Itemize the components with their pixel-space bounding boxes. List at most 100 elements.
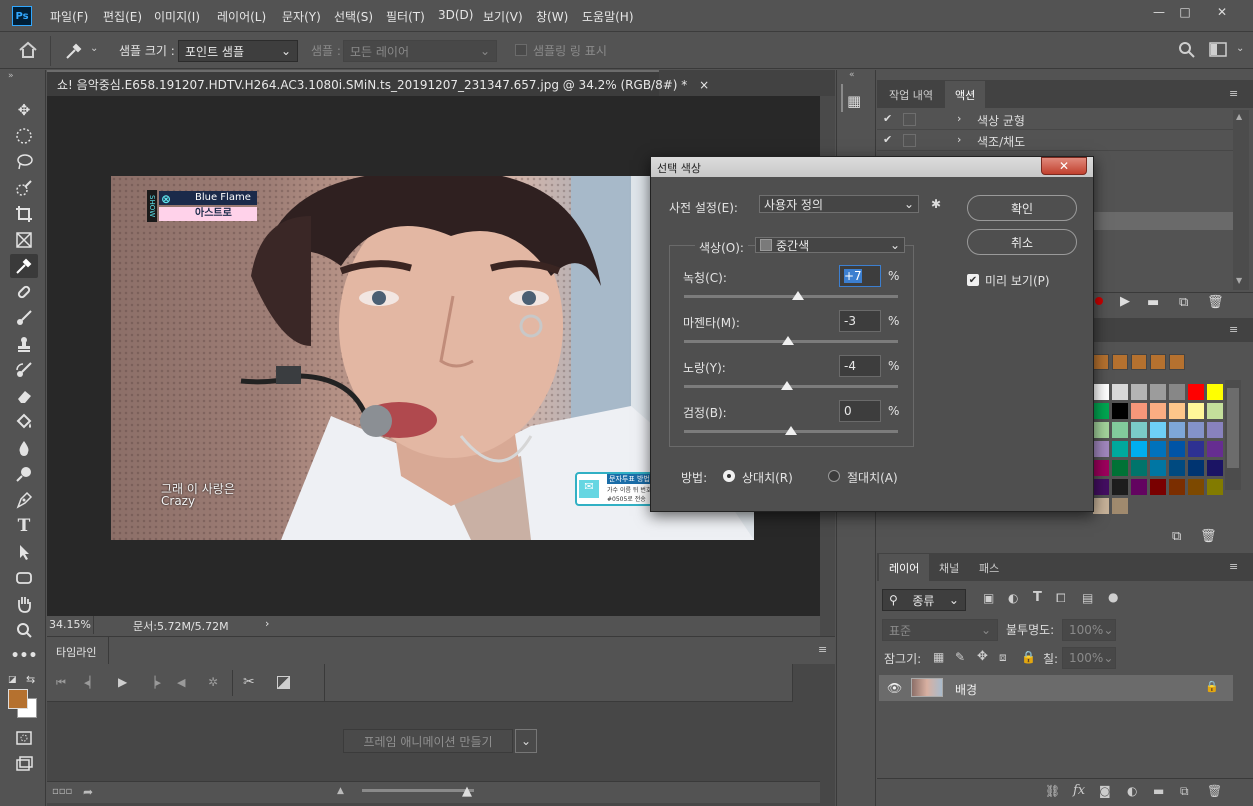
scissors-icon[interactable]: ✂ — [243, 674, 255, 690]
menu-3d[interactable]: 3D(D) — [438, 8, 473, 22]
path-select-tool-icon[interactable] — [10, 540, 38, 564]
close-tab-icon[interactable]: × — [699, 78, 709, 92]
swatch[interactable] — [1093, 441, 1109, 457]
swatch[interactable] — [1169, 422, 1185, 438]
sample-size-select[interactable]: 포인트 샘플 ⌄ — [178, 40, 298, 62]
swatch[interactable] — [1112, 384, 1128, 400]
slider-thumb[interactable] — [781, 336, 794, 345]
document-tab[interactable]: 쇼! 음악중심.E658.191207.HDTV.H264.AC3.1080i.… — [47, 70, 709, 96]
frame-tool-icon[interactable] — [10, 228, 38, 252]
first-frame-icon[interactable]: ⏮ — [56, 676, 66, 690]
default-colors-icon[interactable]: ◪ — [8, 675, 17, 685]
settings-gear-icon[interactable]: ✲ — [208, 675, 218, 689]
crop-tool-icon[interactable] — [10, 202, 38, 226]
layer-row-background[interactable]: 👁 배경 🔒 — [879, 675, 1233, 701]
menu-view[interactable]: 보기(V) — [483, 8, 523, 25]
method-absolute-radio[interactable] — [828, 470, 840, 482]
blur-tool-icon[interactable] — [10, 436, 38, 460]
swatch[interactable] — [1093, 422, 1109, 438]
marquee-tool-icon[interactable] — [10, 124, 38, 148]
timeline-zoom-slider[interactable] — [362, 789, 474, 792]
checkmark-icon[interactable]: ✔ — [883, 133, 892, 146]
swatch[interactable] — [1093, 460, 1109, 476]
quick-mask-icon[interactable] — [10, 726, 38, 750]
swatch[interactable] — [1207, 479, 1223, 495]
swatch[interactable] — [1188, 460, 1204, 476]
timeline-tab[interactable]: 타임라인 — [56, 644, 96, 660]
slider-value-field[interactable]: 0 — [839, 400, 881, 422]
swatch[interactable] — [1131, 354, 1147, 370]
panel-menu-icon[interactable]: ≡ — [1229, 87, 1238, 100]
swatch[interactable] — [1112, 403, 1128, 419]
preset-select[interactable]: 사용자 정의 ⌄ — [759, 195, 919, 213]
visibility-eye-icon[interactable]: 👁 — [887, 681, 902, 695]
opacity-field[interactable]: 100% ⌄ — [1062, 619, 1116, 641]
slider-value-field[interactable]: +7 — [839, 265, 881, 287]
menu-file[interactable]: 파일(F) — [50, 8, 88, 25]
chevron-down-icon[interactable]: ⌄ — [1236, 43, 1244, 54]
menu-filter[interactable]: 필터(T) — [386, 8, 425, 25]
menu-image[interactable]: 이미지(I) — [154, 8, 200, 25]
swatch[interactable] — [1112, 479, 1128, 495]
swatch[interactable] — [1150, 479, 1166, 495]
new-layer-icon[interactable]: ⧉ — [1180, 784, 1189, 799]
eraser-tool-icon[interactable] — [10, 384, 38, 408]
menu-window[interactable]: 창(W) — [536, 8, 568, 25]
status-menu-arrow[interactable]: › — [265, 617, 269, 630]
panel-menu-icon[interactable]: ≡ — [1229, 560, 1238, 573]
lock-pixels-brush-icon[interactable]: ✎ — [955, 650, 965, 664]
show-ring-checkbox[interactable] — [515, 44, 527, 56]
checkmark-icon[interactable]: ✔ — [883, 112, 892, 125]
chevron-right-icon[interactable]: › — [957, 133, 961, 146]
menu-help[interactable]: 도움말(H) — [582, 8, 634, 25]
eyedropper-tool-icon[interactable] — [10, 254, 38, 278]
tab-layers[interactable]: 레이어 — [879, 554, 930, 581]
swatch[interactable] — [1150, 460, 1166, 476]
play-icon[interactable]: ▶ — [118, 675, 127, 689]
scroll-thumb[interactable] — [1227, 388, 1239, 468]
layer-filter-select[interactable]: ⚲ 종류 ⌄ — [882, 589, 966, 611]
swatch[interactable] — [1169, 441, 1185, 457]
swatch[interactable] — [1150, 384, 1166, 400]
play-action-icon[interactable]: ▶ — [1120, 294, 1130, 309]
swatch[interactable] — [1169, 384, 1185, 400]
lock-all-icon[interactable]: 🔒 — [1021, 650, 1036, 664]
lock-artboard-icon[interactable]: ⧈ — [999, 650, 1007, 665]
shape-filter-icon[interactable]: ⧠ — [1056, 591, 1066, 606]
swatch[interactable] — [1188, 422, 1204, 438]
swatch[interactable] — [1131, 441, 1147, 457]
method-relative-radio[interactable] — [723, 470, 735, 482]
expand-icon[interactable]: « — [849, 70, 855, 80]
workspace-icon[interactable] — [1209, 42, 1227, 58]
chevron-down-icon[interactable]: ⌄ — [515, 729, 537, 753]
scroll-down-icon[interactable]: ▼ — [1236, 276, 1242, 285]
swatch[interactable] — [1169, 479, 1185, 495]
swatch[interactable] — [1112, 498, 1128, 514]
tab-actions[interactable]: 액션 — [945, 81, 986, 108]
screen-mode-icon[interactable] — [10, 752, 38, 776]
adjustment-filter-icon[interactable]: ◐ — [1008, 591, 1018, 605]
swatch[interactable] — [1207, 403, 1223, 419]
swatch[interactable] — [1093, 479, 1109, 495]
smart-object-filter-icon[interactable]: ▤ — [1082, 591, 1093, 605]
colors-select[interactable]: 중간색 ⌄ — [755, 237, 905, 253]
dialog-toggle-box[interactable] — [903, 134, 916, 147]
swatch[interactable] — [1207, 422, 1223, 438]
swatch[interactable] — [1169, 460, 1185, 476]
add-mask-icon[interactable]: ◙ — [1099, 784, 1111, 798]
swatch[interactable] — [1093, 354, 1109, 370]
preset-settings-gear-icon[interactable]: ✱ — [931, 197, 941, 211]
blend-mode-select[interactable]: 표준 ⌄ — [882, 619, 998, 641]
stamp-tool-icon[interactable] — [10, 332, 38, 356]
chevron-down-icon[interactable]: ⌄ — [90, 43, 98, 54]
swatch[interactable] — [1150, 441, 1166, 457]
home-icon[interactable] — [18, 41, 38, 59]
convert-frames-icon[interactable]: ▫▫▫ — [52, 786, 72, 797]
trash-icon[interactable]: 🗑 — [1207, 784, 1222, 798]
new-swatch-icon[interactable]: ⧉ — [1172, 529, 1181, 544]
zoom-in-icon[interactable]: ▲ — [462, 784, 472, 799]
type-tool-icon[interactable]: T — [10, 514, 38, 538]
menu-edit[interactable]: 편집(E) — [103, 8, 142, 25]
swatch[interactable] — [1207, 441, 1223, 457]
tab-history[interactable]: 작업 내역 — [879, 81, 943, 107]
